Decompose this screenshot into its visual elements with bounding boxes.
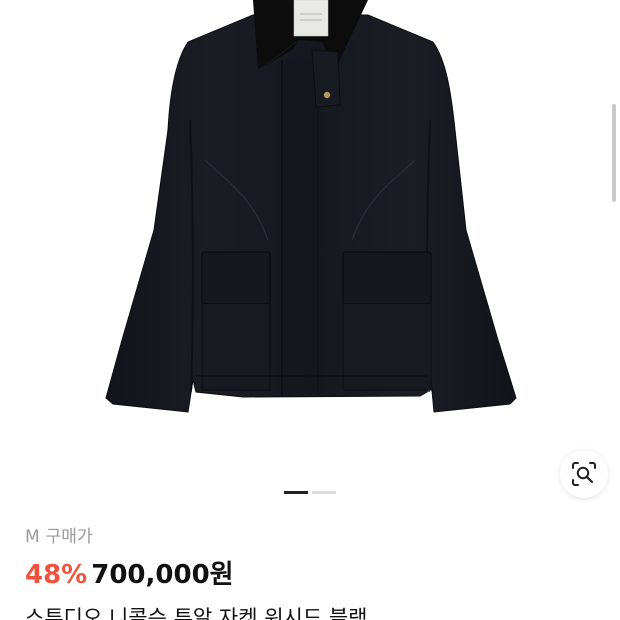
product-price: 700,000원 bbox=[91, 560, 234, 590]
price-row: 48% 700,000원 bbox=[25, 557, 600, 593]
product-title: 스튜디오 니콜슨 투알 자켓 워시드 블랙 bbox=[25, 606, 368, 620]
carousel-dot-active bbox=[284, 491, 308, 494]
size-price-type: M 구매가 bbox=[25, 525, 600, 549]
image-search-icon bbox=[572, 462, 596, 486]
price-type-label: 구매가 bbox=[45, 527, 93, 547]
discount-rate: 48% bbox=[25, 560, 88, 590]
product-image-carousel[interactable] bbox=[0, 0, 620, 505]
image-search-button[interactable] bbox=[560, 450, 608, 498]
page-scrollbar[interactable] bbox=[612, 104, 616, 202]
size-option: M bbox=[25, 527, 40, 547]
product-page: M 구매가 48% 700,000원 스튜디오 니콜슨 투알 자켓 워시드 블랙 bbox=[0, 0, 620, 620]
product-photo-jacket bbox=[105, 0, 517, 413]
carousel-dot-inactive bbox=[312, 491, 336, 494]
product-info: M 구매가 48% 700,000원 bbox=[25, 525, 600, 593]
carousel-indicator bbox=[284, 491, 336, 494]
